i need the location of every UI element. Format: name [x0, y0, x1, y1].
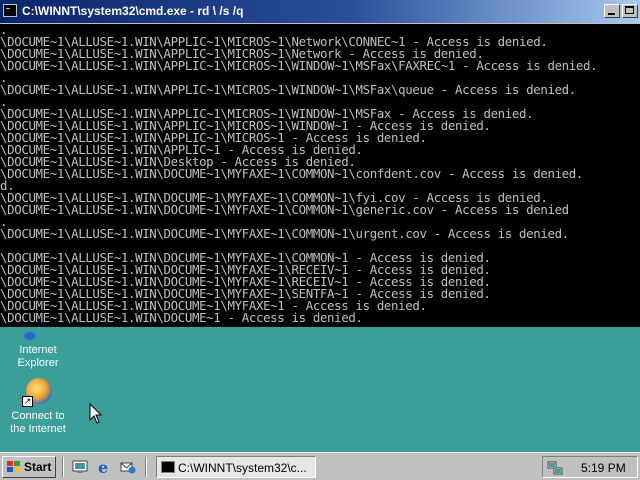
console-output[interactable]: . \DOCUME~1\ALLUSE~1.WIN\APPLIC~1\MICROS~… [0, 24, 640, 327]
console-line: \DOCUME~1\ALLUSE~1.WIN\DOCUME~1 - Access… [0, 310, 363, 325]
mouse-pointer-icon [89, 403, 103, 424]
taskbar-button-cmd[interactable]: C:\WINNT\system32\c... [156, 456, 316, 478]
console-line: \DOCUME~1\ALLUSE~1.WIN\APPLIC~1\MICROS~1… [0, 58, 598, 73]
clock[interactable]: 5:19 PM [581, 461, 626, 475]
ie-quicklaunch-icon[interactable]: e [96, 459, 112, 475]
console-icon[interactable] [3, 4, 17, 17]
command-prompt-window[interactable]: C:\WINNT\system32\cmd.exe - rd \ /s /q .… [0, 0, 640, 327]
minimize-button[interactable] [604, 4, 620, 18]
internet-explorer-icon [0, 328, 76, 344]
icon-label-line: Connect to [11, 410, 65, 422]
console-line: \DOCUME~1\ALLUSE~1.WIN\DOCUME~1\MYFAXE~1… [0, 226, 569, 241]
start-label: Start [24, 460, 52, 474]
outlook-express-icon[interactable] [120, 459, 136, 475]
windows-flag-icon [7, 461, 21, 473]
console-icon [161, 461, 175, 473]
start-button[interactable]: Start [2, 456, 56, 478]
taskbar-separator [62, 457, 64, 477]
taskbar-separator [145, 457, 147, 477]
desktop-icon-internet-explorer[interactable]: Internet Explorer [0, 328, 76, 370]
window-title: C:\WINNT\system32\cmd.exe - rd \ /s /q [22, 4, 244, 18]
connect-to-internet-icon: ↗ [22, 376, 54, 408]
icon-label-line: the Internet [10, 423, 66, 435]
task-label: C:\WINNT\system32\c... [178, 461, 307, 475]
maximize-button[interactable] [622, 4, 638, 18]
console-line: \DOCUME~1\ALLUSE~1.WIN\DOCUME~1\MYFAXE~1… [0, 202, 569, 217]
show-desktop-icon[interactable] [72, 459, 88, 475]
console-line: \DOCUME~1\ALLUSE~1.WIN\APPLIC~1\MICROS~1… [0, 82, 576, 97]
taskbar: Start e C:\WINNT\system32\c... 5:19 PM [0, 452, 640, 480]
icon-label-line: Explorer [17, 357, 59, 369]
console-line: \DOCUME~1\ALLUSE~1.WIN\DOCUME~1\MYFAXE~1… [0, 166, 584, 181]
desktop-icon-connect-to-internet[interactable]: ↗ Connect to the Internet [0, 376, 76, 436]
window-titlebar[interactable]: C:\WINNT\system32\cmd.exe - rd \ /s /q [0, 0, 640, 24]
system-tray: 5:19 PM [542, 456, 638, 478]
network-tray-icon[interactable] [547, 460, 563, 476]
svg-text:e: e [98, 459, 108, 475]
icon-label-line: Internet [19, 344, 57, 356]
